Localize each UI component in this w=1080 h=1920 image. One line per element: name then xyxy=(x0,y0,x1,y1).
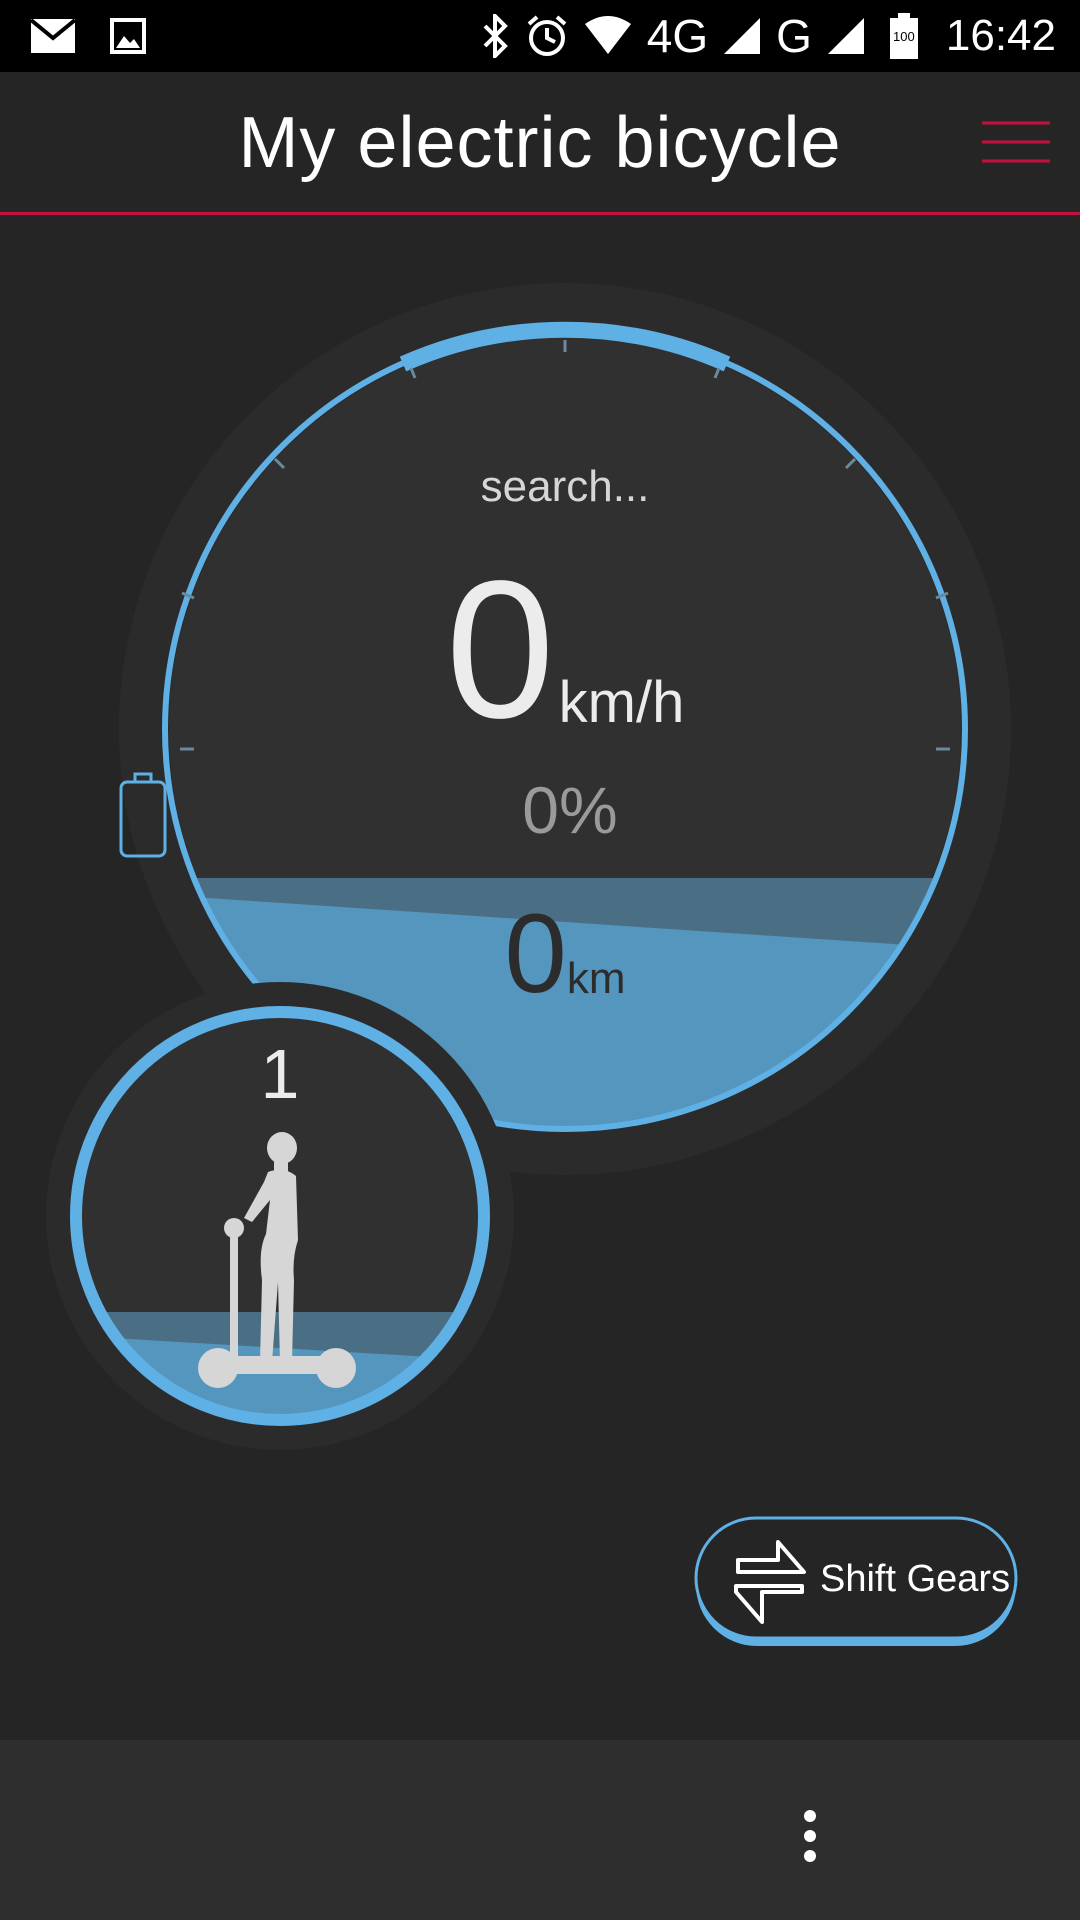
battery-icon: 100 xyxy=(889,13,918,59)
wifi-icon xyxy=(584,16,631,54)
status-bar: 4G G 100 16:42 xyxy=(0,0,1080,72)
gear-number: 1 xyxy=(260,1035,300,1113)
alarm-icon xyxy=(527,15,567,56)
signal-g-icon xyxy=(827,18,864,54)
bottom-bar xyxy=(0,1740,1080,1920)
distance-unit: km xyxy=(566,954,626,1003)
network-4g-label: 4G xyxy=(646,10,709,62)
network-g-label: G xyxy=(776,10,812,62)
bluetooth-icon xyxy=(483,14,508,58)
speed-unit: km/h xyxy=(558,670,685,735)
battery-level-text: 100 xyxy=(893,29,915,44)
menu-button[interactable] xyxy=(980,118,1052,166)
overflow-menu-button[interactable] xyxy=(790,1806,830,1870)
shift-gears-label: Shift Gears xyxy=(820,1558,1011,1600)
segway-rider-icon xyxy=(198,1132,356,1388)
gallery-icon xyxy=(110,18,146,54)
signal-4g-icon xyxy=(724,18,761,54)
mail-icon xyxy=(30,18,76,53)
hamburger-menu-icon xyxy=(982,121,1050,163)
swap-arrows-icon xyxy=(734,1540,806,1624)
gear-indicator: 1 xyxy=(46,982,514,1450)
speed-value: 0 xyxy=(445,540,555,759)
connection-status: search... xyxy=(480,462,650,511)
speed-readout: 0km/h xyxy=(118,550,1012,750)
more-vertical-icon xyxy=(804,1810,816,1862)
app-bar: My electric bicycle xyxy=(0,72,1080,215)
battery-outline-icon xyxy=(119,772,167,858)
battery-readout: 0% xyxy=(118,772,1012,858)
shift-gears-button[interactable]: Shift Gears xyxy=(694,1516,1018,1648)
battery-percent: 0% xyxy=(522,773,618,847)
page-title: My electric bicycle xyxy=(238,103,842,183)
clock: 16:42 xyxy=(945,11,1056,60)
